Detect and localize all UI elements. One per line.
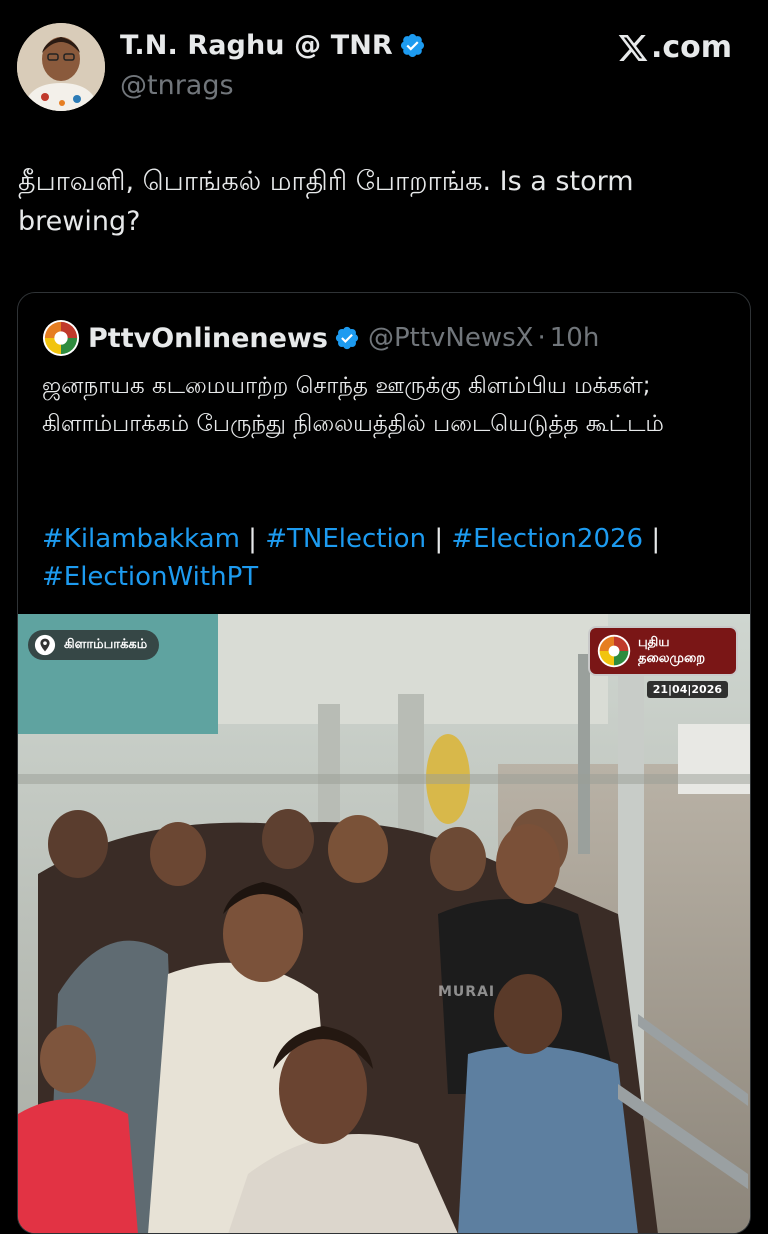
verified-badge-icon: [400, 33, 424, 58]
author-display-name[interactable]: T.N. Raghu @ TNR: [120, 30, 393, 61]
hashtag-link[interactable]: #ElectionWithPT: [42, 562, 258, 592]
avatar-photo: [17, 23, 105, 111]
hashtag-link[interactable]: #TNElection: [265, 524, 426, 554]
hashtag-link[interactable]: #Kilambakkam: [42, 524, 240, 554]
location-label: கிளாம்பாக்கம்: [64, 637, 148, 652]
hashtag-separator: |: [248, 524, 257, 554]
tweet-header: T.N. Raghu @ TNR @tnrags .com: [0, 0, 768, 130]
verified-badge-icon: [335, 326, 359, 350]
x-brand: .com: [617, 30, 732, 65]
quoted-tweet-card[interactable]: PttvOnlinenews @PttvNewsX · 10h ஜனநாயக க…: [17, 292, 751, 1234]
quoted-author-name[interactable]: PttvOnlinenews: [88, 323, 328, 354]
hashtag-separator: |: [434, 524, 444, 554]
channel-name-line1: புதிய: [638, 635, 670, 650]
hashtag-link[interactable]: #Election2026: [451, 524, 643, 554]
puthiyathalaimurai-logo-icon: [597, 634, 631, 668]
x-logo-icon: [618, 34, 648, 61]
hashtag-separator: |: [651, 524, 661, 554]
quoted-tweet-text: ஜனநாயக கடமையாற்ற சொந்த ஊருக்கு கிளம்பிய …: [42, 373, 664, 437]
brand-text: .com: [650, 30, 732, 65]
channel-name: புதிய தலைமுறை: [638, 635, 705, 667]
separator-dot: ·: [537, 323, 546, 353]
quoted-timestamp[interactable]: 10h: [550, 323, 600, 353]
author-handle[interactable]: @tnrags: [120, 70, 234, 101]
pttv-logo-icon[interactable]: [42, 319, 80, 357]
location-chip: கிளாம்பாக்கம்: [28, 630, 160, 660]
location-pin-icon: [34, 634, 56, 656]
channel-name-line2: தலைமுறை: [638, 651, 706, 666]
quoted-tweet-header: PttvOnlinenews @PttvNewsX · 10h: [42, 319, 599, 357]
author-avatar[interactable]: [17, 23, 105, 111]
video-watermark: MURAI: [438, 984, 496, 1000]
hashtag-line: #Kilambakkam | #TNElection | #Election20…: [42, 520, 732, 596]
video-date: 21|04|2026: [646, 681, 728, 698]
crowd-photo: [18, 614, 750, 1233]
quoted-media-image[interactable]: கிளாம்பாக்கம் புதிய தலைமுறை 21|04|2026 M…: [18, 614, 750, 1233]
tweet-text: தீபாவளி, பொங்கல் மாதிரி போறாங்க. Is a st…: [18, 166, 634, 237]
channel-logo-badge: புதிய தலைமுறை: [588, 626, 738, 676]
quoted-author-handle[interactable]: @PttvNewsX: [368, 323, 534, 353]
